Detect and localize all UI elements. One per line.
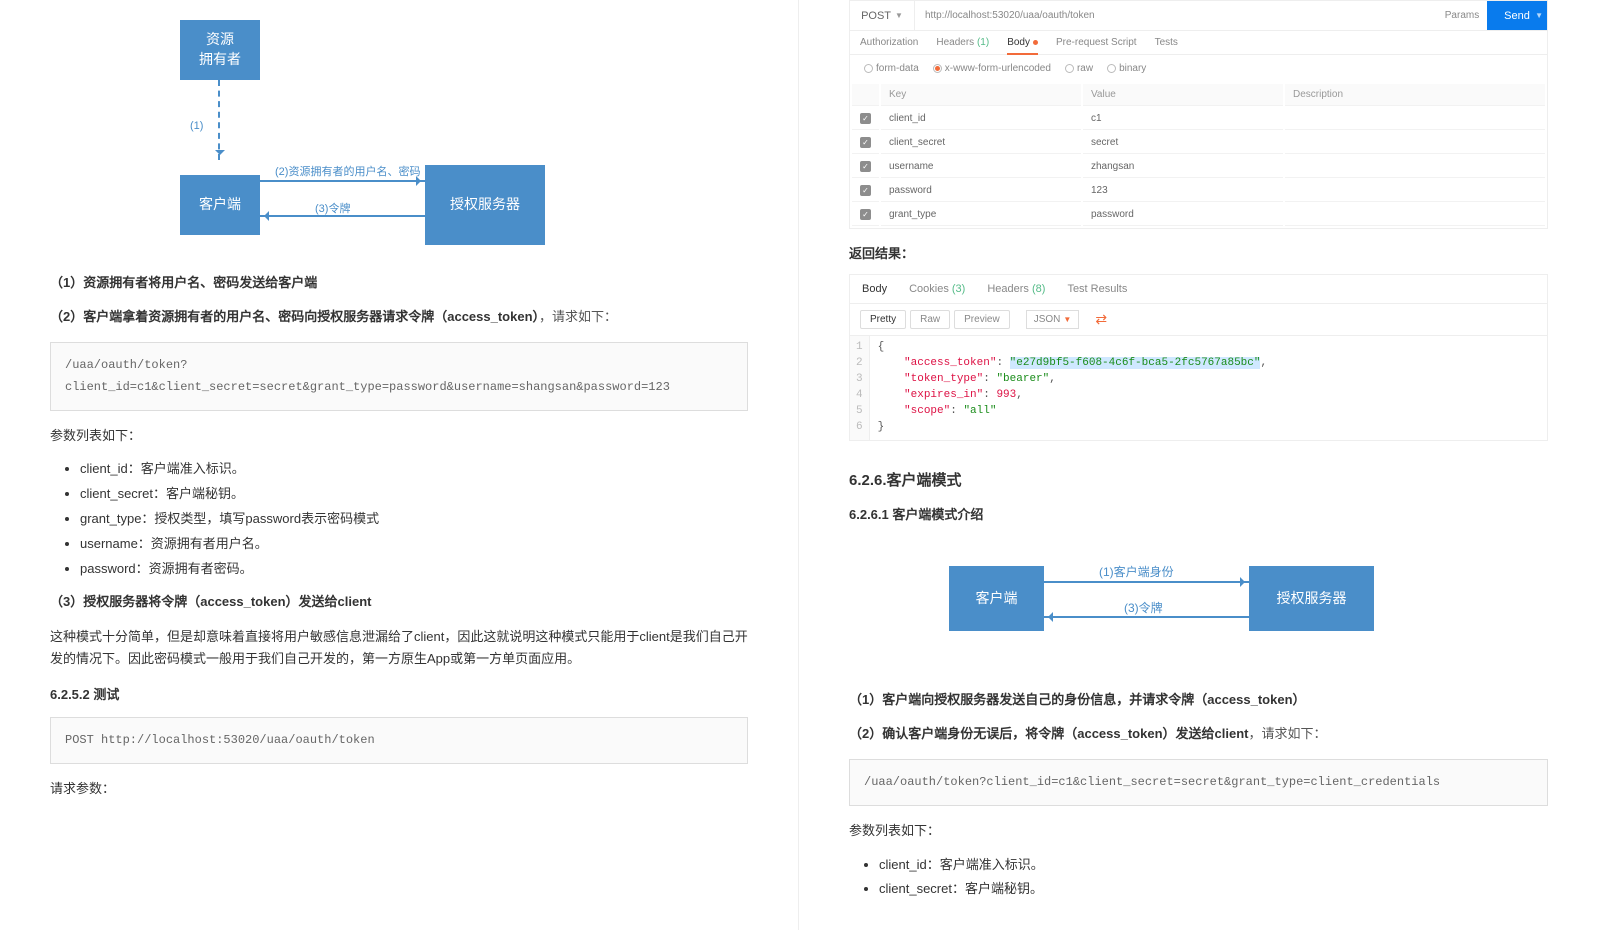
password-flow-diagram: 资源拥有者 客户端 授权服务器 (1) (2)资源拥有者的用户名、密码 (3)令…: [50, 20, 748, 260]
response-label: 返回结果：: [849, 243, 1548, 262]
label-step2: (2)资源拥有者的用户名、密码: [275, 163, 420, 179]
arrow-token: [1044, 616, 1249, 618]
label-step3: (3)令牌: [315, 200, 350, 216]
client-step2: （2）确认客户端身份无误后，将令牌（access_token）发送给client…: [849, 723, 1548, 745]
box-client-2: 客户端: [949, 566, 1044, 631]
radio-binary[interactable]: binary: [1107, 63, 1146, 74]
value-cell[interactable]: zhangsan: [1083, 156, 1283, 178]
checkbox[interactable]: ✓: [860, 113, 871, 124]
postman-response-panel: Body Cookies (3) Headers (8) Test Result…: [849, 274, 1548, 441]
tab-authorization[interactable]: Authorization: [860, 37, 918, 54]
checkbox[interactable]: ✓: [860, 161, 871, 172]
tab-headers[interactable]: Headers (1): [936, 37, 989, 54]
heading-6261: 6.2.6.1 客户端模式介绍: [849, 504, 1548, 523]
box-auth-server-2: 授权服务器: [1249, 566, 1374, 631]
key-cell[interactable]: client_id: [881, 108, 1081, 130]
params-button[interactable]: Params: [1437, 1, 1487, 30]
step1-text: （1）资源拥有者将用户名、密码发送给客户端: [50, 272, 748, 294]
method-select[interactable]: POST▼: [850, 1, 915, 30]
value-cell[interactable]: c1: [1083, 108, 1283, 130]
radio-formdata[interactable]: form-data: [864, 63, 919, 74]
list-item: client_id：客户端准入标识。: [80, 459, 748, 480]
value-cell[interactable]: 123: [1083, 180, 1283, 202]
view-raw[interactable]: Raw: [910, 310, 950, 329]
code-request-2: POST http://localhost:53020/uaa/oauth/to…: [50, 717, 748, 765]
checkbox[interactable]: ✓: [860, 209, 871, 220]
table-row: ✓ client_secretsecret: [852, 132, 1545, 154]
table-row: ✓ grant_typepassword: [852, 204, 1545, 226]
list-item: password：资源拥有者密码。: [80, 559, 748, 580]
key-cell[interactable]: password: [881, 180, 1081, 202]
explanation-text: 这种模式十分简单，但是却意味着直接将用户敏感信息泄漏给了client，因此这就说…: [50, 626, 748, 670]
box-client: 客户端: [180, 175, 260, 235]
chevron-down-icon: ▼: [895, 11, 903, 20]
key-cell[interactable]: client_secret: [881, 132, 1081, 154]
body-kv-grid: KeyValueDescription ✓client_idc1 ✓client…: [850, 82, 1547, 228]
box-resource-owner: 资源拥有者: [180, 20, 260, 80]
tab-body[interactable]: Body: [1007, 37, 1038, 54]
resp-tab-tests[interactable]: Test Results: [1067, 283, 1127, 295]
label-client-identity: (1)客户端身份: [1099, 563, 1174, 580]
radio-urlencoded[interactable]: x-www-form-urlencoded: [933, 63, 1051, 74]
value-cell[interactable]: password: [1083, 204, 1283, 226]
chevron-down-icon: ▼: [1535, 11, 1543, 20]
view-pretty[interactable]: Pretty: [860, 310, 906, 329]
list-item: username：资源拥有者用户名。: [80, 534, 748, 555]
code-request-1: /uaa/oauth/token?client_id=c1&client_sec…: [50, 342, 748, 411]
key-cell[interactable]: grant_type: [881, 204, 1081, 226]
url-input[interactable]: http://localhost:53020/uaa/oauth/token: [915, 1, 1437, 30]
client-flow-diagram: 客户端 授权服务器 (1)客户端身份 (3)令牌: [849, 541, 1548, 671]
checkbox[interactable]: ✓: [860, 137, 871, 148]
label-token: (3)令牌: [1124, 599, 1163, 616]
heading-626: 6.2.6.客户端模式: [849, 469, 1548, 490]
label-step1: (1): [190, 120, 203, 132]
key-cell[interactable]: username: [881, 156, 1081, 178]
wrap-icon[interactable]: ⇄: [1095, 311, 1107, 328]
box-auth-server: 授权服务器: [425, 165, 545, 245]
postman-request-panel: POST▼ http://localhost:53020/uaa/oauth/t…: [849, 0, 1548, 229]
arrow-2: [260, 180, 425, 182]
chevron-down-icon: ▼: [1063, 315, 1071, 324]
tab-prerequest[interactable]: Pre-request Script: [1056, 37, 1137, 54]
param-list: client_id：客户端准入标识。 client_secret：客户端秘钥。 …: [80, 459, 748, 579]
request-param-label: 请求参数：: [50, 778, 748, 800]
arrow-client-identity: [1044, 581, 1249, 583]
arrow-1: [218, 80, 220, 160]
code-client-request: /uaa/oauth/token?client_id=c1&client_sec…: [849, 759, 1548, 807]
param-list-intro: 参数列表如下：: [50, 425, 748, 447]
list-item: grant_type：授权类型，填写password表示密码模式: [80, 509, 748, 530]
heading-6252: 6.2.5.2 测试: [50, 684, 748, 703]
checkbox[interactable]: ✓: [860, 185, 871, 196]
list-item: client_secret：客户端秘钥。: [879, 879, 1548, 900]
client-step1: （1）客户端向授权服务器发送自己的身份信息，并请求令牌（access_token…: [849, 689, 1548, 711]
value-cell[interactable]: secret: [1083, 132, 1283, 154]
json-response-body: 123456 { "access_token": "e27d9bf5-f608-…: [850, 336, 1547, 440]
send-button[interactable]: Send▼: [1487, 1, 1547, 30]
step3-text: （3）授权服务器将令牌（access_token）发送给client: [50, 591, 748, 613]
table-row: ✓ client_idc1: [852, 108, 1545, 130]
client-param-list: client_id：客户端准入标识。 client_secret：客户端秘钥。: [879, 855, 1548, 901]
resp-tab-body[interactable]: Body: [862, 283, 887, 295]
radio-raw[interactable]: raw: [1065, 63, 1093, 74]
resp-tab-cookies[interactable]: Cookies (3): [909, 283, 965, 295]
step2-text: （2）客户端拿着资源拥有者的用户名、密码向授权服务器请求令牌（access_to…: [50, 306, 748, 328]
resp-tab-headers[interactable]: Headers (8): [987, 283, 1045, 295]
list-item: client_secret：客户端秘钥。: [80, 484, 748, 505]
table-row: ✓ usernamezhangsan: [852, 156, 1545, 178]
client-param-intro: 参数列表如下：: [849, 820, 1548, 842]
tab-tests[interactable]: Tests: [1155, 37, 1178, 54]
table-row: ✓ password123: [852, 180, 1545, 202]
view-preview[interactable]: Preview: [954, 310, 1010, 329]
list-item: client_id：客户端准入标识。: [879, 855, 1548, 876]
format-select[interactable]: JSON ▼: [1026, 310, 1080, 329]
modified-dot-icon: [1033, 40, 1038, 45]
